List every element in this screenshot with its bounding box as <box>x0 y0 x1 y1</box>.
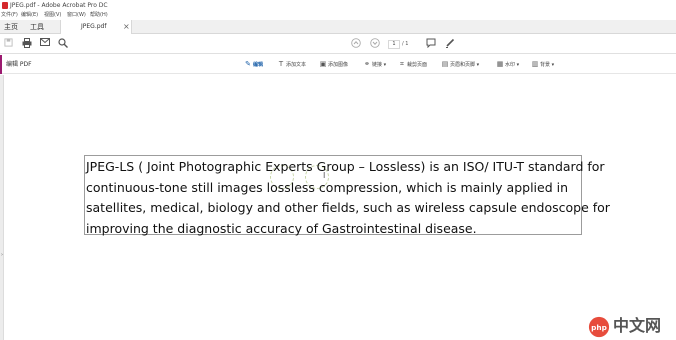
add-text-button[interactable]: T 添加文本 <box>277 55 306 74</box>
prev-page-icon[interactable] <box>349 38 362 51</box>
add-text-icon: T <box>278 60 284 68</box>
main-toolbar: 1 / 1 <box>0 35 676 54</box>
tab-home[interactable]: 主页 <box>4 20 18 34</box>
next-page-icon[interactable] <box>368 38 381 51</box>
page-total: / 1 <box>402 41 409 47</box>
menu-view[interactable]: 视图(V) <box>44 11 61 20</box>
edit-pdf-title: 编辑 PDF <box>6 61 32 68</box>
watermark-button[interactable]: ▦ 水印 ▾ <box>496 55 519 74</box>
svg-text:php: php <box>591 323 607 332</box>
text-line: JPEG-LS ( Joint Photographic Experts Gro… <box>86 159 605 174</box>
add-image-icon: ▣ <box>319 60 327 68</box>
menu-file[interactable]: 文件(F) <box>1 11 18 20</box>
edit-tool-button[interactable]: ✎ 编辑 <box>244 55 263 74</box>
text-line: continuous-tone still images lossless co… <box>86 179 569 195</box>
background-button[interactable]: ▥ 背景 ▾ <box>531 55 554 74</box>
accent-bar <box>0 55 2 74</box>
crop-label: 裁剪页面 <box>407 62 428 68</box>
expand-panel-icon[interactable]: › <box>0 251 4 259</box>
watermark-label: 水印 ▾ <box>505 62 520 68</box>
page-number-input[interactable]: 1 <box>388 40 400 49</box>
link-button[interactable]: ⚭ 链接 ▾ <box>363 55 386 74</box>
save-icon[interactable] <box>2 38 15 51</box>
php-logo: php <box>588 316 610 338</box>
paragraph-text[interactable]: JPEG-LS ( Joint Photographic Experts Gro… <box>86 157 610 239</box>
edit-pdf-toolbar: 编辑 PDF ✎ 编辑 T 添加文本 ▣ 添加图像 ⚭ 链接 ▾ ⌗ 裁剪页面 ▤ 页眉和页… <box>0 55 676 74</box>
document-tab-label: JPEG.pdf <box>81 23 107 30</box>
text-line: satellites, medical, biology and other f… <box>86 200 610 215</box>
title-bar: JPEG.pdf - Adobe Acrobat Pro DC <box>0 0 676 11</box>
close-icon[interactable]: × <box>123 20 130 34</box>
add-image-label: 添加图像 <box>328 62 349 68</box>
search-icon[interactable] <box>56 38 69 51</box>
header-footer-button[interactable]: ▤ 页眉和页脚 ▾ <box>441 55 479 74</box>
menu-help[interactable]: 帮助(H) <box>90 11 108 20</box>
menu-edit[interactable]: 编辑(E) <box>21 11 38 20</box>
header-footer-label: 页眉和页脚 ▾ <box>450 62 480 68</box>
crop-icon: ⌗ <box>400 60 404 68</box>
acrobat-icon <box>2 2 8 9</box>
editable-text-box[interactable]: JPEG-LS ( Joint Photographic Experts Gro… <box>84 155 610 236</box>
pen-icon[interactable] <box>443 38 456 51</box>
background-icon: ▥ <box>531 60 539 68</box>
watermark-icon: ▦ <box>496 60 504 68</box>
window-title: JPEG.pdf - Adobe Acrobat Pro DC <box>10 2 108 9</box>
tab-bar: 主页 工具 JPEG.pdf × <box>0 20 676 34</box>
email-icon[interactable] <box>38 38 51 51</box>
add-text-label: 添加文本 <box>286 62 307 68</box>
crop-button[interactable]: ⌗ 裁剪页面 <box>398 55 427 74</box>
tab-document[interactable]: JPEG.pdf × <box>60 20 132 34</box>
text-cursor-icon: I <box>323 171 326 180</box>
menu-window[interactable]: 窗口(W) <box>67 11 86 20</box>
edit-icon: ✎ <box>245 60 251 68</box>
comment-icon[interactable] <box>424 38 437 51</box>
watermark-text: 中文网 <box>613 316 662 335</box>
link-icon: ⚭ <box>364 60 370 68</box>
tab-tools[interactable]: 工具 <box>30 20 44 34</box>
print-icon[interactable] <box>20 38 33 51</box>
background-label: 背景 ▾ <box>540 62 555 68</box>
add-image-button[interactable]: ▣ 添加图像 <box>319 55 348 74</box>
edit-tool-label: 编辑 <box>253 62 264 68</box>
text-line: improving the diagnostic accuracy of Gas… <box>86 220 477 236</box>
left-panel-rail[interactable]: › <box>0 75 4 340</box>
header-footer-icon: ▤ <box>441 60 449 68</box>
menu-bar: 文件(F) 编辑(E) 视图(V) 窗口(W) 帮助(H) <box>0 11 676 20</box>
link-label: 链接 ▾ <box>372 62 387 68</box>
